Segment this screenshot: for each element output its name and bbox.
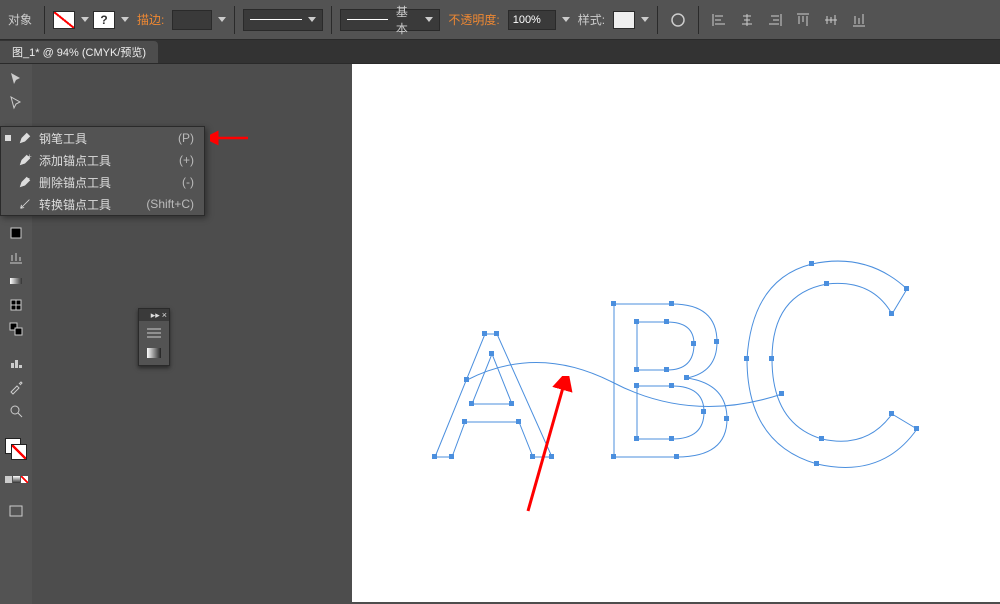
divider [331, 6, 332, 34]
pen-tool-flyout: 钢笔工具 (P) + 添加锚点工具 (+) - 删除锚点工具 (-) 转换锚点工… [0, 126, 205, 216]
stroke-preview [250, 19, 302, 20]
svg-text:+: + [28, 153, 32, 160]
color-mode-icons[interactable] [3, 468, 29, 490]
graph-tool-icon[interactable] [3, 246, 29, 268]
dropdown-icon[interactable] [562, 17, 570, 22]
divider [234, 6, 235, 34]
mesh-tool-icon[interactable] [3, 294, 29, 316]
opacity-input[interactable] [508, 10, 556, 30]
panel-header[interactable]: ▸▸ × [139, 309, 169, 321]
control-bar: 对象 ? 描边: 基本 不透明度: 样式: [0, 0, 1000, 40]
brush-dropdown[interactable]: 基本 [340, 9, 440, 31]
divider [657, 6, 658, 34]
divider [698, 6, 699, 34]
collapse-icon[interactable]: ▸▸ [151, 311, 160, 320]
column-graph-tool-icon[interactable] [3, 352, 29, 374]
paragraph-icon[interactable] [146, 327, 162, 339]
panel-body [139, 321, 169, 365]
align-bottom-icon[interactable] [847, 9, 871, 31]
menu-label[interactable]: 对象 [8, 11, 32, 28]
flyout-label: 删除锚点工具 [35, 174, 182, 191]
dropdown-icon[interactable] [81, 17, 89, 22]
align-center-h-icon[interactable] [735, 9, 759, 31]
flyout-shortcut: (P) [178, 131, 194, 145]
dropdown-icon[interactable] [218, 17, 226, 22]
flyout-shortcut: (Shift+C) [146, 197, 194, 211]
eyedropper-tool-icon[interactable] [3, 376, 29, 398]
align-middle-v-icon[interactable] [819, 9, 843, 31]
flyout-item-delete-anchor[interactable]: - 删除锚点工具 (-) [1, 171, 204, 193]
dropdown-icon [425, 17, 433, 22]
pen-minus-icon: - [15, 175, 35, 189]
flyout-shortcut: (+) [179, 153, 194, 167]
align-left-icon[interactable] [707, 9, 731, 31]
fill-stroke-swatch[interactable] [3, 432, 29, 466]
pen-plus-icon: + [15, 153, 35, 167]
flyout-label: 钢笔工具 [35, 130, 178, 147]
artboard-tool-icon[interactable] [3, 222, 29, 244]
blend-tool-icon[interactable] [3, 318, 29, 340]
document-tab-bar: 图_1* @ 94% (CMYK/预览) [0, 40, 1000, 64]
artwork-paths [352, 64, 1000, 602]
graphic-style-swatch[interactable] [613, 11, 635, 29]
align-top-icon[interactable] [791, 9, 815, 31]
fill-swatch[interactable] [53, 11, 75, 29]
close-icon[interactable]: × [162, 311, 167, 320]
flyout-label: 添加锚点工具 [35, 152, 179, 169]
brush-style-label: 基本 [396, 3, 415, 37]
annotation-arrow-icon [210, 130, 250, 146]
direct-selection-tool-icon[interactable] [3, 92, 29, 114]
brush-preview [347, 19, 388, 20]
zoom-tool-icon[interactable] [3, 400, 29, 422]
flyout-label: 转换锚点工具 [35, 196, 146, 213]
align-right-icon[interactable] [763, 9, 787, 31]
annotation-arrow-icon [516, 376, 576, 516]
artboard-canvas[interactable] [352, 64, 1000, 602]
convert-anchor-icon [15, 197, 35, 211]
stroke-label[interactable]: 描边: [137, 11, 164, 28]
pen-icon [15, 131, 35, 145]
document-tab[interactable]: 图_1* @ 94% (CMYK/预览) [0, 41, 158, 63]
dropdown-icon[interactable] [641, 17, 649, 22]
style-label[interactable]: 样式: [578, 11, 605, 28]
flyout-item-convert-anchor[interactable]: 转换锚点工具 (Shift+C) [1, 193, 204, 215]
opacity-label[interactable]: 不透明度: [448, 11, 499, 28]
selection-tool-icon[interactable] [3, 68, 29, 90]
recolor-icon[interactable] [666, 9, 690, 31]
dropdown-icon[interactable] [121, 17, 129, 22]
gradient-tool-icon[interactable] [3, 270, 29, 292]
floating-panel[interactable]: ▸▸ × [138, 308, 170, 366]
svg-text:-: - [28, 175, 31, 182]
flyout-shortcut: (-) [182, 175, 194, 189]
divider [44, 6, 45, 34]
flyout-item-add-anchor[interactable]: + 添加锚点工具 (+) [1, 149, 204, 171]
flyout-item-pen[interactable]: 钢笔工具 (P) [1, 127, 204, 149]
stroke-swatch[interactable]: ? [93, 11, 115, 29]
gradient-panel-icon[interactable] [146, 347, 162, 359]
stroke-weight-input[interactable] [172, 10, 212, 30]
stroke-profile-dropdown[interactable] [243, 9, 323, 31]
dropdown-icon [308, 17, 316, 22]
screen-mode-icon[interactable] [3, 500, 29, 522]
